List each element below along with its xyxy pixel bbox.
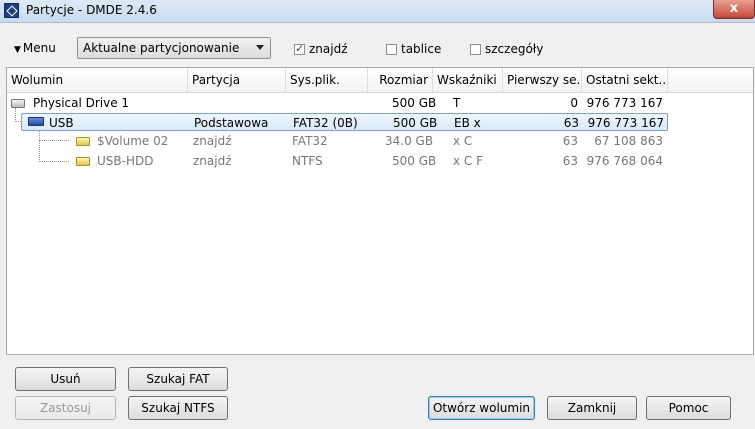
find-checkbox-box[interactable]	[294, 42, 305, 55]
volume-name: USB	[49, 116, 74, 130]
column-header-size[interactable]: Rozmiar	[368, 68, 433, 92]
first-sector-value: 0	[570, 96, 578, 110]
column-header-volume[interactable]: Wolumin	[7, 68, 188, 92]
partitioning-mode-select[interactable]: Aktualne partycjonowanie	[77, 37, 271, 59]
flags-value: T	[453, 96, 461, 110]
first-sector-value: 63	[562, 134, 578, 148]
apply-button[interactable]: Zastosuj	[15, 396, 116, 420]
search-fat-button[interactable]: Szukaj FAT	[128, 367, 228, 391]
table-row-selected[interactable]: USB Podstawowa FAT32 (0B) 500 GB EB x 63…	[21, 113, 668, 131]
filesystem-value: FAT32	[292, 134, 328, 148]
details-checkbox-label: szczegóły	[485, 42, 544, 56]
window-title: Partycje - DMDE 2.4.6	[26, 3, 157, 17]
partition-type: Podstawowa	[194, 116, 269, 130]
help-button[interactable]: Pomoc	[646, 396, 731, 420]
app-icon	[4, 3, 19, 18]
tables-checkbox[interactable]: tablice	[386, 42, 441, 56]
usb-drive-icon	[28, 117, 44, 126]
partition-list[interactable]: Wolumin Partycja Sys.plik. Rozmiar Wskaź…	[6, 67, 754, 355]
first-sector-value: 63	[562, 154, 578, 168]
filesystem-value: FAT32 (0B)	[293, 116, 358, 130]
dropdown-arrow-icon	[256, 45, 264, 50]
first-sector-value: 63	[563, 116, 579, 130]
column-header-first-sector[interactable]: Pierwszy se...	[503, 68, 582, 92]
last-sector-value: 976 773 167	[587, 116, 664, 130]
volume-icon	[76, 137, 90, 146]
find-checkbox[interactable]: znajdź	[294, 42, 348, 56]
table-row[interactable]: $Volume 02 znajdź FAT32 34.0 GB x C 63 6…	[7, 132, 753, 150]
volume-name: USB-HDD	[97, 154, 154, 168]
menu-label: Menu	[22, 41, 56, 55]
table-row[interactable]: USB-HDD znajdź NTFS 500 GB x C F 63 976 …	[7, 152, 753, 170]
size-value: 500 GB	[393, 116, 438, 130]
search-ntfs-button[interactable]: Szukaj NTFS	[128, 396, 228, 420]
details-checkbox[interactable]: szczegóły	[470, 42, 543, 56]
details-checkbox-box[interactable]	[470, 43, 481, 55]
last-sector-value: 976 773 167	[586, 96, 663, 110]
partition-type: znajdź	[193, 134, 232, 148]
column-header-last-sector[interactable]: Ostatni sekt...	[582, 68, 668, 92]
size-value: 500 GB	[392, 96, 437, 110]
physical-drive-icon	[11, 99, 25, 108]
title-bar: Partycje - DMDE 2.4.6 x	[0, 0, 755, 23]
partition-type: znajdź	[193, 154, 232, 168]
column-header-flags[interactable]: Wskaźniki	[433, 68, 503, 92]
volume-name: $Volume 02	[97, 134, 169, 148]
column-header-filesystem[interactable]: Sys.plik.	[286, 68, 368, 92]
flags-value: x C F	[453, 154, 484, 168]
partitioning-mode-value: Aktualne partycjonowanie	[83, 41, 240, 55]
tables-checkbox-box[interactable]	[386, 43, 397, 55]
column-header-partition[interactable]: Partycja	[188, 68, 286, 92]
triangle-down-icon: ▼	[14, 45, 21, 55]
volume-icon	[76, 157, 90, 166]
size-value: 34.0 GB	[385, 134, 434, 148]
table-row[interactable]: Physical Drive 1 500 GB T 0 976 773 167	[7, 94, 753, 112]
menu-button[interactable]: ▼ Menu	[14, 41, 56, 55]
filesystem-value: NTFS	[292, 154, 323, 168]
flags-value: EB x	[454, 116, 481, 130]
open-volume-button[interactable]: Otwórz wolumin	[428, 396, 535, 420]
volume-name: Physical Drive 1	[33, 96, 130, 110]
flags-value: x C	[453, 134, 473, 148]
window-close-button[interactable]: x	[713, 0, 755, 19]
column-header: Wolumin Partycja Sys.plik. Rozmiar Wskaź…	[7, 68, 753, 93]
delete-button[interactable]: Usuń	[15, 367, 116, 391]
last-sector-value: 976 768 064	[586, 154, 663, 168]
last-sector-value: 67 108 863	[594, 134, 663, 148]
find-checkbox-label: znajdź	[309, 42, 348, 56]
close-button[interactable]: Zamknij	[547, 396, 637, 420]
tables-checkbox-label: tablice	[401, 42, 442, 56]
size-value: 500 GB	[392, 154, 437, 168]
